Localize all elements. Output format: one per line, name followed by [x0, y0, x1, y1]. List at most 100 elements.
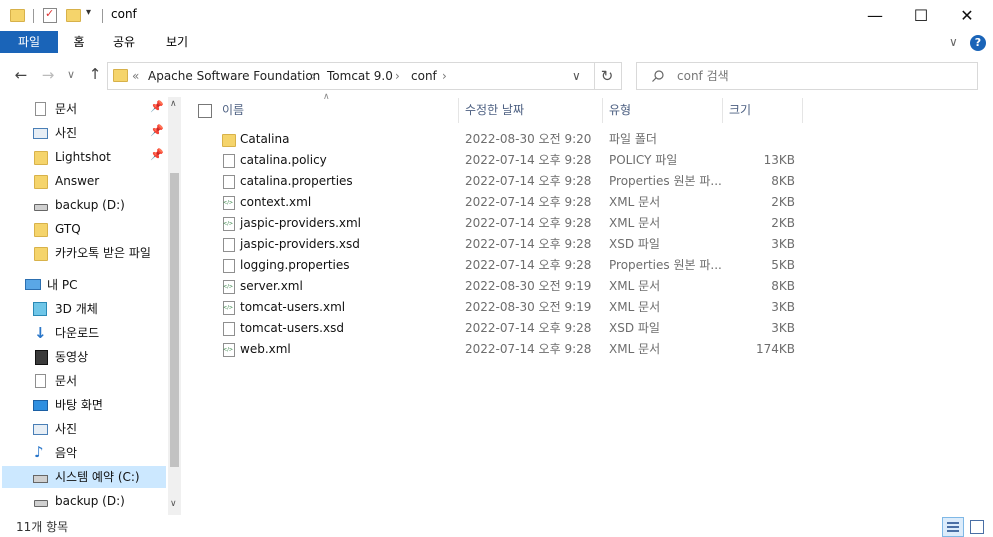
help-icon[interactable]: ? — [970, 35, 986, 51]
file-date: 2022-08-30 오전 9:19 — [465, 279, 592, 293]
forward-button[interactable]: → — [38, 66, 58, 84]
breadcrumb-separator[interactable]: › — [442, 63, 447, 89]
address-dropdown-button[interactable]: ∨ — [572, 63, 581, 89]
breadcrumb-item[interactable]: Apache Software Foundation — [148, 63, 320, 89]
search-input[interactable]: conf 검색 — [677, 63, 729, 89]
search-icon — [652, 70, 664, 82]
maximize-button[interactable]: ☐ — [898, 0, 944, 31]
new-folder-icon[interactable] — [66, 9, 81, 22]
recent-locations-button[interactable]: ∨ — [61, 68, 81, 81]
drive-icon — [34, 204, 48, 211]
file-name: Catalina — [240, 132, 290, 146]
file-row[interactable]: catalina.properties 2022-07-14 오후 9:28 P… — [215, 171, 815, 192]
file-row[interactable]: catalina.policy 2022-07-14 오후 9:28 POLIC… — [215, 150, 815, 171]
system-drive-icon — [33, 475, 48, 483]
column-header-name[interactable]: 이름 — [222, 98, 244, 123]
file-row[interactable]: server.xml 2022-08-30 오전 9:19 XML 문서 8KB — [215, 276, 815, 297]
scroll-down-button[interactable]: ∨ — [170, 499, 177, 509]
pictures-icon — [33, 424, 48, 435]
address-bar[interactable]: « Apache Software Foundation › Tomcat 9.… — [107, 62, 595, 90]
scrollbar-thumb[interactable] — [170, 173, 179, 467]
column-header-size[interactable]: 크기 — [729, 98, 751, 123]
column-divider[interactable] — [458, 98, 459, 123]
xml-file-icon — [223, 280, 235, 294]
sidebar-item-gtq[interactable]: GTQ — [25, 218, 167, 240]
drive-icon — [34, 500, 48, 507]
search-box[interactable]: conf 검색 — [636, 62, 978, 90]
file-type: Properties 원본 파... — [609, 174, 722, 188]
file-row[interactable]: Catalina 2022-08-30 오전 9:20 파일 폴더 — [215, 129, 815, 150]
sidebar-item-lightshot[interactable]: Lightshot 📌 — [25, 146, 167, 168]
sidebar-item-documents[interactable]: 문서 📌 — [25, 98, 167, 120]
details-view-button[interactable] — [942, 517, 964, 537]
status-bar: 11개 항목 — [0, 515, 993, 537]
file-row[interactable]: web.xml 2022-07-14 오후 9:28 XML 문서 174KB — [215, 339, 815, 360]
column-divider[interactable] — [802, 98, 803, 123]
sidebar-item-this-pc[interactable]: 내 PC — [17, 274, 159, 296]
tab-view[interactable]: 보기 — [157, 31, 197, 53]
sidebar-item-system-drive[interactable]: 시스템 예약 (C:) — [2, 466, 166, 488]
scroll-up-button[interactable]: ∧ — [170, 99, 177, 109]
sidebar-item-pictures[interactable]: 사진 📌 — [25, 122, 167, 144]
pc-icon — [25, 279, 41, 290]
file-row[interactable]: context.xml 2022-07-14 오후 9:28 XML 문서 2K… — [215, 192, 815, 213]
sidebar-item-downloads[interactable]: ↓ 다운로드 — [25, 322, 167, 344]
sidebar-item-videos[interactable]: 동영상 — [25, 346, 167, 368]
tab-file[interactable]: 파일 — [0, 31, 58, 53]
select-all-checkbox[interactable] — [198, 104, 212, 118]
file-date: 2022-07-14 오후 9:28 — [465, 321, 592, 335]
column-header-date[interactable]: 수정한 날짜 — [465, 98, 524, 123]
breadcrumb-item[interactable]: Tomcat 9.0 — [327, 63, 393, 89]
close-button[interactable]: ✕ — [944, 0, 990, 31]
file-size: 3KB — [771, 300, 795, 314]
file-size: 3KB — [771, 321, 795, 335]
folder-icon — [34, 223, 48, 237]
sidebar-item-label: Answer — [55, 174, 100, 188]
sidebar-item-documents-pc[interactable]: 문서 — [25, 370, 167, 392]
column-header-type[interactable]: 유형 — [609, 98, 631, 123]
sidebar-item-answer[interactable]: Answer — [25, 170, 167, 192]
column-divider[interactable] — [602, 98, 603, 123]
breadcrumb-separator[interactable]: › — [311, 63, 316, 89]
file-row[interactable]: logging.properties 2022-07-14 오후 9:28 Pr… — [215, 255, 815, 276]
column-divider[interactable] — [722, 98, 723, 123]
document-icon — [35, 102, 46, 116]
tab-share[interactable]: 공유 — [106, 31, 142, 53]
properties-icon[interactable]: ✓ — [43, 7, 57, 23]
file-type: XML 문서 — [609, 300, 661, 314]
tab-home[interactable]: 홈 — [63, 31, 95, 53]
sidebar-item-backup-drive[interactable]: backup (D:) — [25, 194, 167, 216]
file-row[interactable]: tomcat-users.xml 2022-08-30 오전 9:19 XML … — [215, 297, 815, 318]
file-name: tomcat-users.xml — [240, 300, 346, 314]
sidebar-item-label: 바탕 화면 — [55, 398, 103, 412]
sidebar-item-pictures-pc[interactable]: 사진 — [25, 418, 167, 440]
breadcrumb-item[interactable]: conf — [411, 63, 437, 89]
back-button[interactable]: ← — [11, 66, 31, 84]
refresh-button[interactable]: ↻ — [593, 62, 622, 90]
sidebar-item-3d-objects[interactable]: 3D 개체 — [25, 298, 167, 320]
sidebar-item-kakaotalk-files[interactable]: 카카오톡 받은 파일 — [25, 242, 167, 264]
large-icons-view-button[interactable] — [968, 518, 984, 534]
sidebar-item-desktop[interactable]: 바탕 화면 — [25, 394, 167, 416]
file-icon — [223, 154, 235, 168]
sidebar-scrollbar[interactable]: ∧ ∨ — [168, 97, 181, 515]
file-row[interactable]: jaspic-providers.xsd 2022-07-14 오후 9:28 … — [215, 234, 815, 255]
video-icon — [35, 350, 48, 365]
ribbon-expand-chevron-icon[interactable]: ∨ — [949, 35, 958, 49]
minimize-button[interactable]: — — [852, 0, 898, 31]
breadcrumb-separator[interactable]: › — [395, 63, 400, 89]
sort-indicator-icon: ∧ — [323, 92, 330, 102]
file-row[interactable]: tomcat-users.xsd 2022-07-14 오후 9:28 XSD … — [215, 318, 815, 339]
up-button[interactable]: ↑ — [85, 65, 105, 83]
download-icon: ↓ — [34, 324, 47, 342]
quick-access-toolbar-dropdown[interactable]: ▾ — [86, 7, 91, 18]
document-icon — [35, 374, 46, 388]
file-name: web.xml — [240, 342, 291, 356]
sidebar-item-backup-drive-pc[interactable]: backup (D:) — [25, 490, 167, 512]
sidebar-item-label: 문서 — [55, 374, 78, 388]
sidebar-item-label: 내 PC — [47, 278, 78, 292]
address-overflow-button[interactable]: « — [132, 63, 139, 89]
file-row[interactable]: jaspic-providers.xml 2022-07-14 오후 9:28 … — [215, 213, 815, 234]
file-name: jaspic-providers.xsd — [240, 237, 360, 251]
sidebar-item-music[interactable]: ♪ 음악 — [25, 442, 167, 464]
